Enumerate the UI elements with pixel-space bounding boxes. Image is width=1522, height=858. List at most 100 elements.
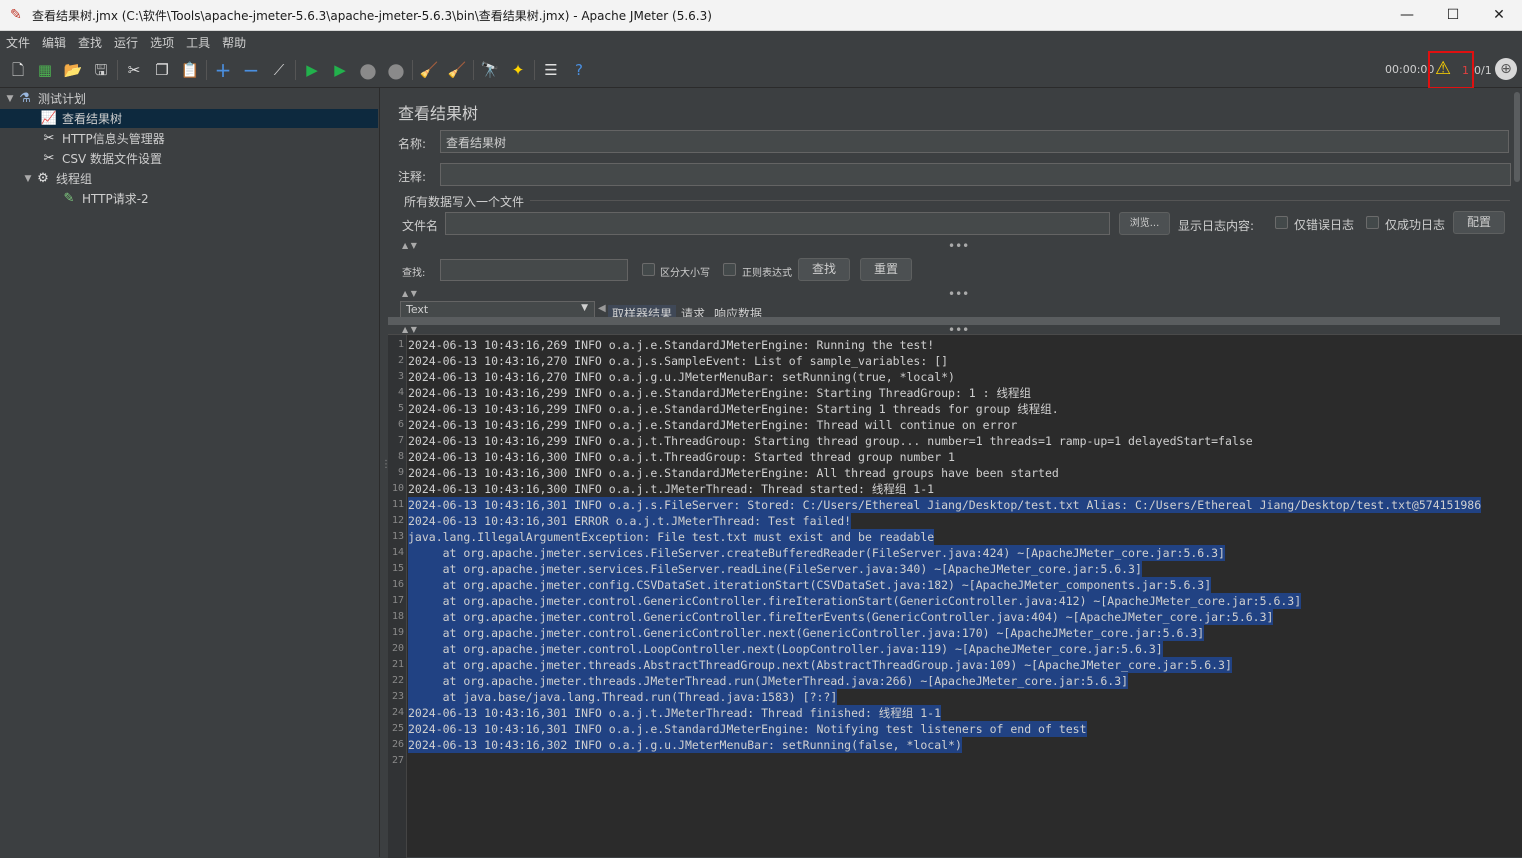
log-line: 2024-06-13 10:43:16,301 INFO o.a.j.e.Sta… <box>408 721 1087 737</box>
chart-icon: 📈 <box>40 110 58 126</box>
reset-search-icon[interactable]: ✦ <box>507 59 529 81</box>
maximize-button[interactable]: ☐ <box>1430 0 1476 31</box>
tree-item-http-header-manager[interactable]: ✂ HTTP信息头管理器 <box>0 129 378 148</box>
vertical-scrollbar[interactable] <box>1512 88 1522 328</box>
toolbar: 🗋 ▦ 📂 🖫 ✂ ❐ 📋 + − ⟋ ▶ ▶ ● ● 🧹 🧹 🔭 ✦ ☰ ? … <box>0 53 1522 88</box>
splitter-handle[interactable]: ⋮ <box>381 460 391 480</box>
tree-item-view-results-tree[interactable]: 📈 查看结果树 <box>0 109 378 128</box>
menu-tools[interactable]: 工具 <box>180 34 216 51</box>
regex-checkbox[interactable] <box>723 263 736 276</box>
log-line: 2024-06-13 10:43:16,299 INFO o.a.j.e.Sta… <box>408 402 1059 416</box>
log-line: java.lang.IllegalArgumentException: File… <box>408 529 935 545</box>
warning-count: 1 <box>1462 64 1469 77</box>
menu-help[interactable]: 帮助 <box>216 34 252 51</box>
line-number: 25 <box>391 723 404 734</box>
line-number: 19 <box>391 627 404 638</box>
find-button[interactable]: 查找 <box>798 258 850 281</box>
line-number: 14 <box>391 547 404 558</box>
tools-icon: ✂ <box>43 130 55 146</box>
menu-edit[interactable]: 编辑 <box>36 34 72 51</box>
horizontal-scrollbar[interactable] <box>388 317 1500 325</box>
view-results-tree-panel: 查看结果树 名称: 查看结果树 注释: 所有数据写入一个文件 文件名 浏览...… <box>388 88 1522 858</box>
reset-button[interactable]: 重置 <box>860 258 912 281</box>
tree-item-http-request[interactable]: ✎ HTTP请求-2 <box>0 189 378 208</box>
configure-button[interactable]: 配置 <box>1453 211 1505 234</box>
log-line: 2024-06-13 10:43:16,300 INFO o.a.j.t.Thr… <box>408 450 955 464</box>
success-only-checkbox[interactable] <box>1366 216 1379 229</box>
browse-button[interactable]: 浏览... <box>1119 212 1170 235</box>
tools-icon: ✂ <box>43 150 55 166</box>
line-number: 22 <box>391 675 404 686</box>
shutdown-icon[interactable]: ● <box>385 59 407 81</box>
comment-label: 注释: <box>398 170 427 184</box>
log-line: at org.apache.jmeter.threads.JMeterThrea… <box>408 673 1129 689</box>
search-field[interactable] <box>440 259 628 281</box>
new-icon[interactable]: 🗋 <box>7 59 29 81</box>
line-number: 16 <box>391 579 404 590</box>
expand-icon[interactable]: + <box>212 59 234 81</box>
search-icon[interactable]: 🔭 <box>479 59 501 81</box>
log-line: 2024-06-13 10:43:16,270 INFO o.a.j.g.u.J… <box>408 370 955 384</box>
comment-field[interactable] <box>440 163 1511 186</box>
name-field[interactable]: 查看结果树 <box>440 130 1509 153</box>
stop-icon[interactable]: ● <box>357 59 379 81</box>
log-line: at org.apache.jmeter.control.GenericCont… <box>408 593 1302 609</box>
errors-only-label: 仅错误日志 <box>1294 218 1355 232</box>
line-number: 3 <box>397 371 404 382</box>
renderer-value: Text <box>406 303 429 316</box>
menu-file[interactable]: 文件 <box>0 34 36 51</box>
chevron-left-icon[interactable]: ◀ <box>598 303 606 314</box>
tree-item-thread-group[interactable]: ▼ ⚙ 线程组 <box>0 169 378 188</box>
collapse-icon[interactable]: − <box>240 59 262 81</box>
toggle-icon[interactable]: ⟋ <box>268 59 290 81</box>
log-line: at org.apache.jmeter.control.LoopControl… <box>408 641 1163 657</box>
active-threads: 0/1 <box>1474 64 1492 77</box>
line-number: 13 <box>391 531 404 542</box>
jmeter-feather-icon: ✎ <box>10 7 22 23</box>
warning-icon[interactable]: ⚠ <box>1435 59 1457 79</box>
case-sensitive-checkbox[interactable] <box>642 263 655 276</box>
tree-item-label: 线程组 <box>56 172 93 186</box>
function-helper-icon[interactable]: ☰ <box>540 59 562 81</box>
log-line: at org.apache.jmeter.services.FileServer… <box>408 561 1142 577</box>
chevron-down-icon: ▼ <box>581 303 588 313</box>
open-icon[interactable]: 📂 <box>62 59 84 81</box>
log-viewer[interactable]: 1 2 3 4 5 6 7 8 9 10 11 12 13 14 15 16 17 18 19 20 21 22 23 24 2… <box>388 334 1522 858</box>
clear-icon[interactable]: 🧹 <box>418 59 440 81</box>
save-icon[interactable]: 🖫 <box>90 59 112 81</box>
log-line: 2024-06-13 10:43:16,299 INFO o.a.j.e.Sta… <box>408 418 1018 432</box>
menu-run[interactable]: 运行 <box>108 34 144 51</box>
paste-icon[interactable]: 📋 <box>179 59 201 81</box>
line-number: 4 <box>397 387 404 398</box>
clear-all-icon[interactable]: 🧹 <box>446 59 468 81</box>
gear-icon: ⚙ <box>37 170 49 186</box>
templates-icon[interactable]: ▦ <box>34 59 56 81</box>
menu-options[interactable]: 选项 <box>144 34 180 51</box>
flask-icon: ⚗ <box>19 90 31 106</box>
errors-only-checkbox[interactable] <box>1275 216 1288 229</box>
renderer-select[interactable]: Text ▼ <box>400 301 595 318</box>
tree-item-csv-data-set[interactable]: ✂ CSV 数据文件设置 <box>0 149 378 168</box>
log-line: 2024-06-13 10:43:16,301 INFO o.a.j.s.Fil… <box>408 497 1482 513</box>
chevron-down-icon[interactable]: ▼ <box>22 174 34 184</box>
remote-icon[interactable]: ⊕ <box>1495 58 1517 80</box>
close-button[interactable]: ✕ <box>1476 0 1522 31</box>
filename-field[interactable] <box>445 212 1110 235</box>
section-divider[interactable]: ▲ ▼ ••• <box>388 239 1512 253</box>
scrollbar-thumb[interactable] <box>1514 92 1520 182</box>
tree-item-test-plan[interactable]: ▼ ⚗ 测试计划 <box>0 89 378 108</box>
line-number: 6 <box>397 419 404 430</box>
help-icon[interactable]: ? <box>568 59 590 81</box>
cut-icon[interactable]: ✂ <box>123 59 145 81</box>
minimize-button[interactable]: — <box>1384 0 1430 31</box>
start-no-pauses-icon[interactable]: ▶ <box>329 59 351 81</box>
chevron-down-icon[interactable]: ▼ <box>4 94 16 104</box>
menu-search[interactable]: 查找 <box>72 34 108 51</box>
section-divider[interactable]: ▲ ▼ ••• <box>388 287 1512 301</box>
line-number: 11 <box>391 499 404 510</box>
log-line: at org.apache.jmeter.control.GenericCont… <box>408 625 1205 641</box>
copy-icon[interactable]: ❐ <box>151 59 173 81</box>
line-number: 10 <box>391 483 404 494</box>
line-number: 20 <box>391 643 404 654</box>
start-icon[interactable]: ▶ <box>301 59 323 81</box>
